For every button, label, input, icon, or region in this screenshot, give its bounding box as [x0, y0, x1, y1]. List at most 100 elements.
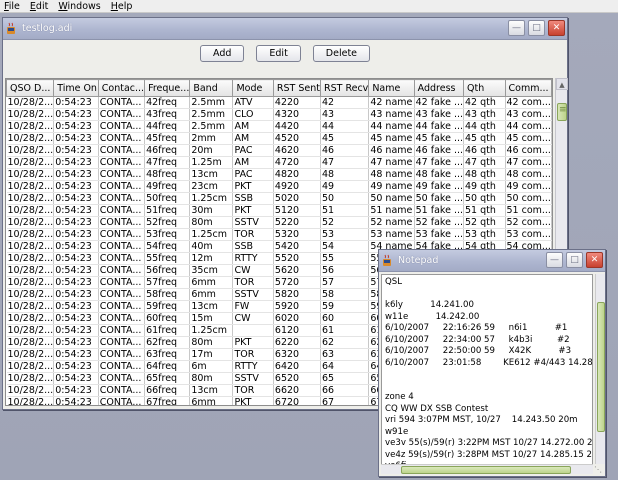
table-cell[interactable]: CONTA...	[98, 156, 146, 169]
table-cell[interactable]: 0:54:23	[53, 372, 99, 385]
table-cell[interactable]: 67freq	[144, 396, 191, 405]
table-cell[interactable]: 44 name	[368, 120, 415, 133]
table-cell[interactable]: 64freq	[144, 360, 191, 373]
table-cell[interactable]: 6620	[273, 384, 321, 397]
table-cell[interactable]: 0:54:23	[53, 96, 99, 109]
table-cell[interactable]: 65	[320, 372, 370, 385]
table-cell[interactable]: CONTA...	[98, 360, 146, 373]
table-cell[interactable]: 10/28/2...	[6, 120, 55, 133]
table-cell[interactable]: 2.5mm	[189, 96, 234, 109]
table-cell[interactable]: 54	[320, 240, 370, 253]
column-header[interactable]: Comm...	[504, 79, 552, 97]
table-cell[interactable]: CONTA...	[98, 336, 146, 349]
table-cell[interactable]: 51 fake ...	[414, 204, 465, 217]
table-cell[interactable]: 60	[320, 312, 370, 325]
table-cell[interactable]: 6720	[273, 396, 321, 405]
table-cell[interactable]: 56freq	[144, 264, 191, 277]
table-cell[interactable]: 0:54:23	[53, 396, 99, 405]
table-cell[interactable]: 46 qth	[463, 144, 506, 157]
table-cell[interactable]: 52 fake ...	[414, 216, 465, 229]
table-cell[interactable]: 1.25cm	[189, 228, 234, 241]
table-cell[interactable]: CONTA...	[98, 384, 146, 397]
table-cell[interactable]: 0:54:23	[53, 360, 99, 373]
table-cell[interactable]: 4220	[273, 96, 321, 109]
delete-button[interactable]: Delete	[312, 44, 371, 62]
table-cell[interactable]: TOR	[232, 276, 274, 289]
table-cell[interactable]: 10/28/2...	[6, 264, 55, 277]
table-cell[interactable]: 58freq	[144, 288, 191, 301]
table-cell[interactable]: 52 name	[368, 216, 415, 229]
table-cell[interactable]: 47 fake ...	[414, 156, 465, 169]
table-cell[interactable]: FW	[232, 300, 274, 313]
table-cell[interactable]: 48 qth	[463, 168, 506, 181]
table-cell[interactable]: 10/28/2...	[6, 312, 55, 325]
column-header[interactable]: QSO D...	[6, 79, 55, 97]
table-cell[interactable]: PKT	[232, 180, 274, 193]
table-cell[interactable]: RTTY	[232, 360, 274, 373]
table-cell[interactable]: 52 qth	[463, 216, 506, 229]
table-cell[interactable]: CONTA...	[98, 228, 146, 241]
table-cell[interactable]: 49 qth	[463, 180, 506, 193]
table-cell[interactable]: 46	[320, 144, 370, 157]
table-cell[interactable]: 51	[320, 204, 370, 217]
table-cell[interactable]: 0:54:23	[53, 228, 99, 241]
table-cell[interactable]: 0:54:23	[53, 168, 99, 181]
table-cell[interactable]: CW	[232, 312, 274, 325]
table-cell[interactable]: 46 com...	[505, 144, 552, 157]
table-cell[interactable]: 65freq	[144, 372, 191, 385]
menu-edit[interactable]: Edit	[30, 1, 48, 12]
table-cell[interactable]: 48 name	[368, 168, 415, 181]
table-cell[interactable]: AM	[232, 156, 274, 169]
table-row[interactable]: 10/28/2... 0:54:23 CONTA... 43freq 2.5mm CLO 4…	[6, 108, 552, 121]
table-cell[interactable]: 0:54:23	[53, 192, 99, 205]
table-cell[interactable]: 67	[320, 396, 370, 405]
table-cell[interactable]: 51 name	[368, 204, 415, 217]
notepad-vscroll-thumb[interactable]	[597, 302, 605, 432]
table-cell[interactable]: 45 name	[368, 132, 415, 145]
table-cell[interactable]: 59freq	[144, 300, 191, 313]
table-cell[interactable]: 47 qth	[463, 156, 506, 169]
table-cell[interactable]: 48freq	[144, 168, 191, 181]
table-cell[interactable]: 10/28/2...	[6, 156, 55, 169]
table-cell[interactable]: CW	[232, 264, 274, 277]
table-cell[interactable]: 0:54:23	[53, 156, 99, 169]
table-cell[interactable]: 50	[320, 192, 370, 205]
table-cell[interactable]: CONTA...	[98, 204, 146, 217]
table-cell[interactable]: 10/28/2...	[6, 132, 55, 145]
table-cell[interactable]: PAC	[232, 144, 274, 157]
table-cell[interactable]: TOR	[232, 384, 274, 397]
table-cell[interactable]: 35cm	[189, 264, 234, 277]
table-cell[interactable]: CLO	[232, 108, 274, 121]
table-cell[interactable]: 51 qth	[463, 204, 506, 217]
table-cell[interactable]: PKT	[232, 336, 274, 349]
table-cell[interactable]: 66freq	[144, 384, 191, 397]
table-cell[interactable]: 5820	[273, 288, 321, 301]
minimize-icon[interactable]: —	[508, 20, 525, 36]
table-cell[interactable]: 10/28/2...	[6, 288, 55, 301]
notepad-titlebar[interactable]: Notepad — □ ✕	[379, 250, 605, 272]
table-cell[interactable]: 45	[320, 132, 370, 145]
table-cell[interactable]: PKT	[232, 204, 274, 217]
table-cell[interactable]	[232, 324, 274, 337]
table-cell[interactable]: 48	[320, 168, 370, 181]
notepad-hscroll-thumb[interactable]	[401, 466, 571, 474]
table-row[interactable]: 10/28/2... 0:54:23 CONTA... 48freq 13cm PAC 48…	[6, 168, 552, 181]
minimize-icon[interactable]: —	[546, 252, 563, 268]
table-cell[interactable]: 46 fake ...	[414, 144, 465, 157]
table-cell[interactable]: 50 name	[368, 192, 415, 205]
table-cell[interactable]: 5220	[273, 216, 321, 229]
add-button[interactable]: Add	[199, 44, 245, 62]
table-cell[interactable]: 53 qth	[463, 228, 506, 241]
table-cell[interactable]: 0:54:23	[53, 348, 99, 361]
table-cell[interactable]: CONTA...	[98, 216, 146, 229]
column-header[interactable]: Contac...	[97, 79, 146, 97]
table-cell[interactable]: 10/28/2...	[6, 204, 55, 217]
table-cell[interactable]: CONTA...	[98, 312, 146, 325]
table-cell[interactable]: 1.25m	[189, 156, 234, 169]
table-cell[interactable]: SSB	[232, 192, 274, 205]
table-scroll-thumb[interactable]	[557, 103, 567, 121]
table-cell[interactable]: 44	[320, 120, 370, 133]
table-cell[interactable]: 50 fake ...	[414, 192, 465, 205]
table-cell[interactable]: 10/28/2...	[6, 336, 55, 349]
table-cell[interactable]: 20m	[189, 144, 234, 157]
